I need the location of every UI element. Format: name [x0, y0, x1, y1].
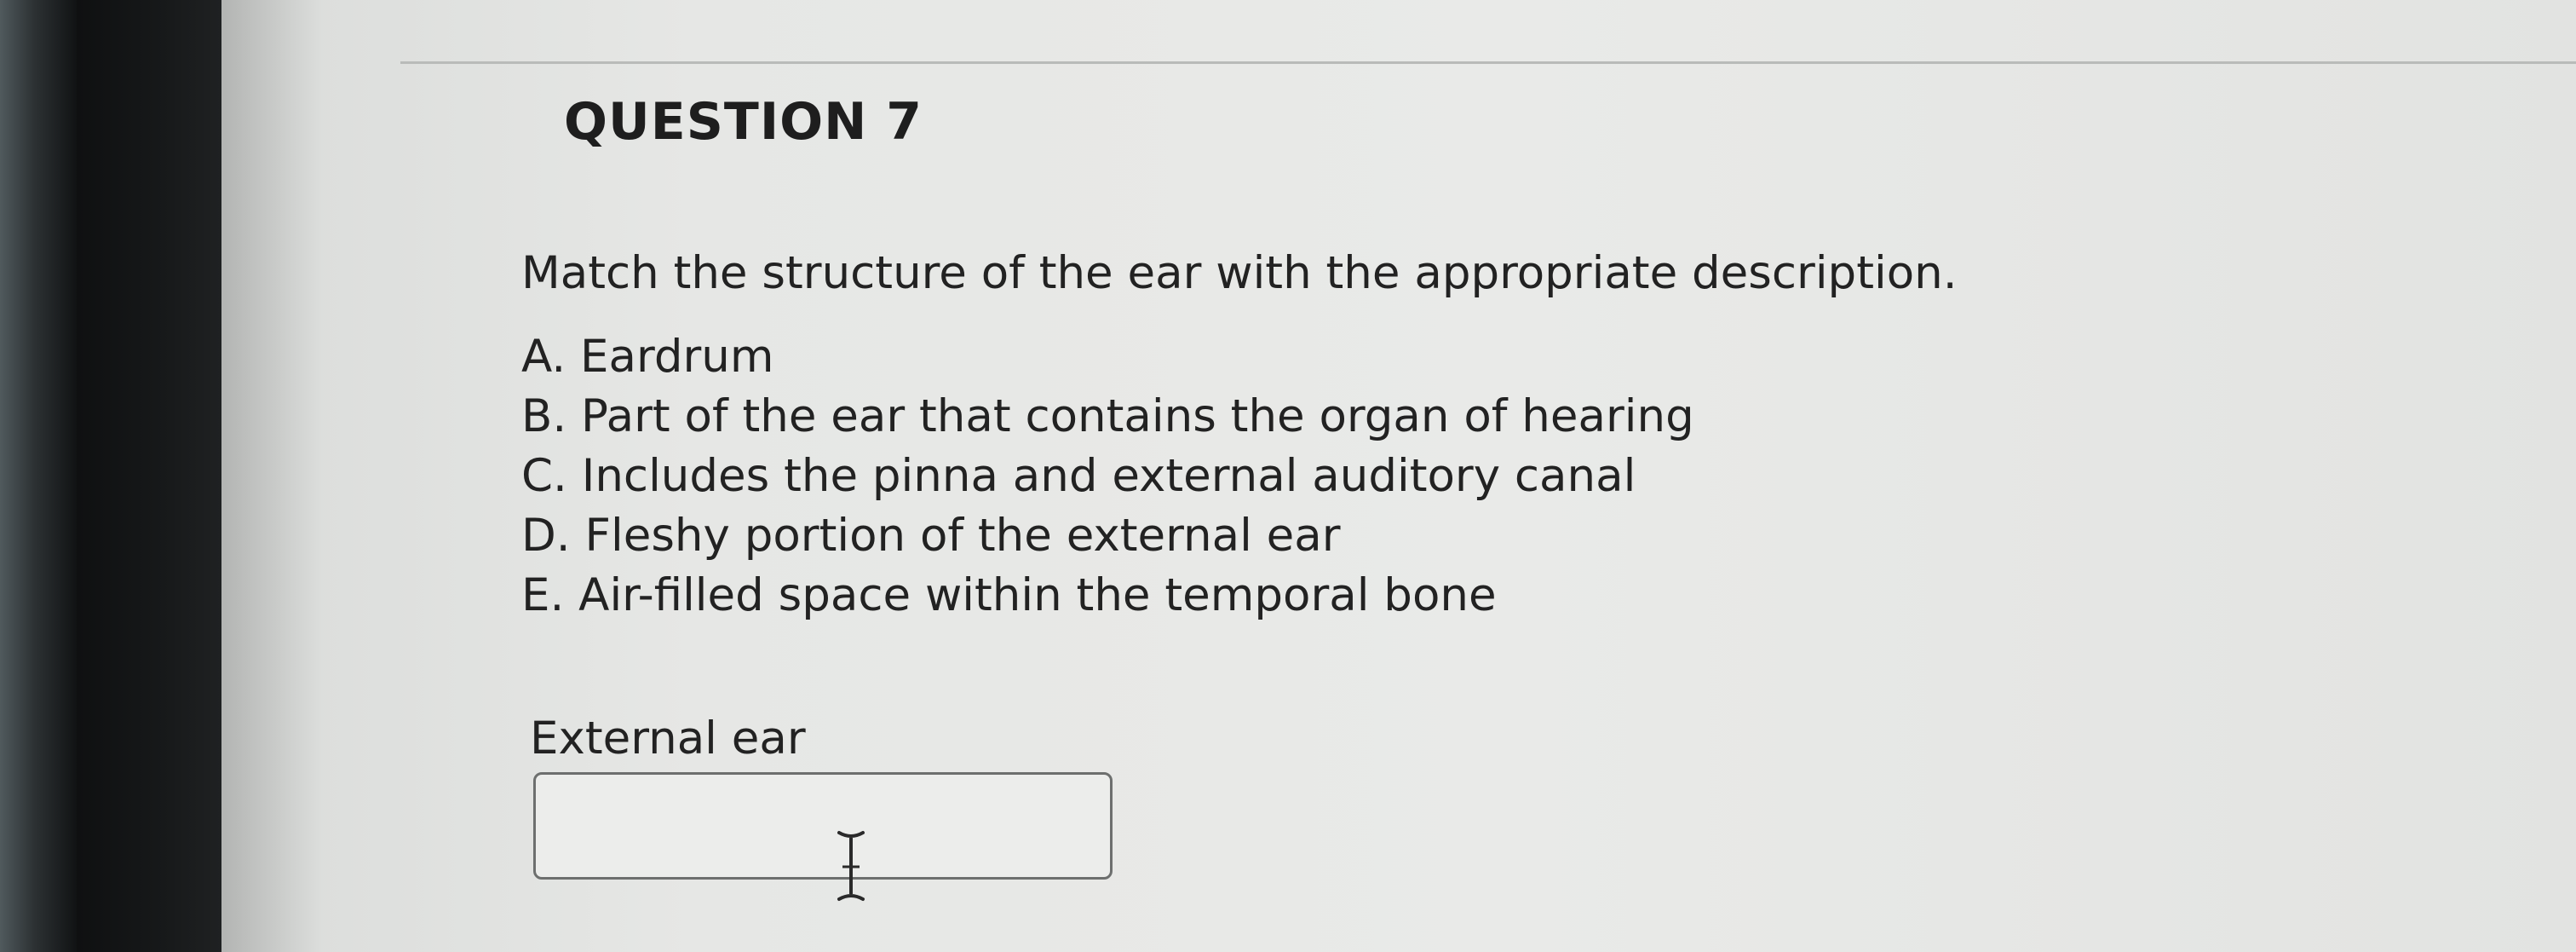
option-a: A. Eardrum	[521, 331, 774, 383]
option-c: C. Includes the pinna and external audit…	[521, 450, 1636, 502]
external-ear-answer-field[interactable]	[533, 772, 1113, 901]
question-prompt: Match the structure of the ear with the …	[521, 247, 1958, 299]
question-screen: QUESTION 7 Match the structure of the ea…	[221, 0, 2576, 952]
monitor-bezel	[0, 0, 77, 952]
screen-shadow	[221, 0, 324, 952]
text-cursor-icon	[837, 831, 865, 901]
question-body: Match the structure of the ear with the …	[521, 244, 1958, 626]
option-e: E. Air-filled space within the temporal …	[521, 569, 1497, 621]
question-divider	[400, 61, 2576, 64]
question-title: QUESTION 7	[564, 92, 923, 152]
option-d: D. Fleshy portion of the external ear	[521, 510, 1341, 562]
photo-of-screen: QUESTION 7 Match the structure of the ea…	[0, 0, 2576, 952]
answer-options-list: A. Eardrum B. Part of the ear that conta…	[521, 327, 1958, 626]
option-b: B. Part of the ear that contains the org…	[521, 390, 1694, 442]
monitor-bezel-inner	[77, 0, 221, 952]
match-item-label: External ear	[530, 713, 806, 764]
